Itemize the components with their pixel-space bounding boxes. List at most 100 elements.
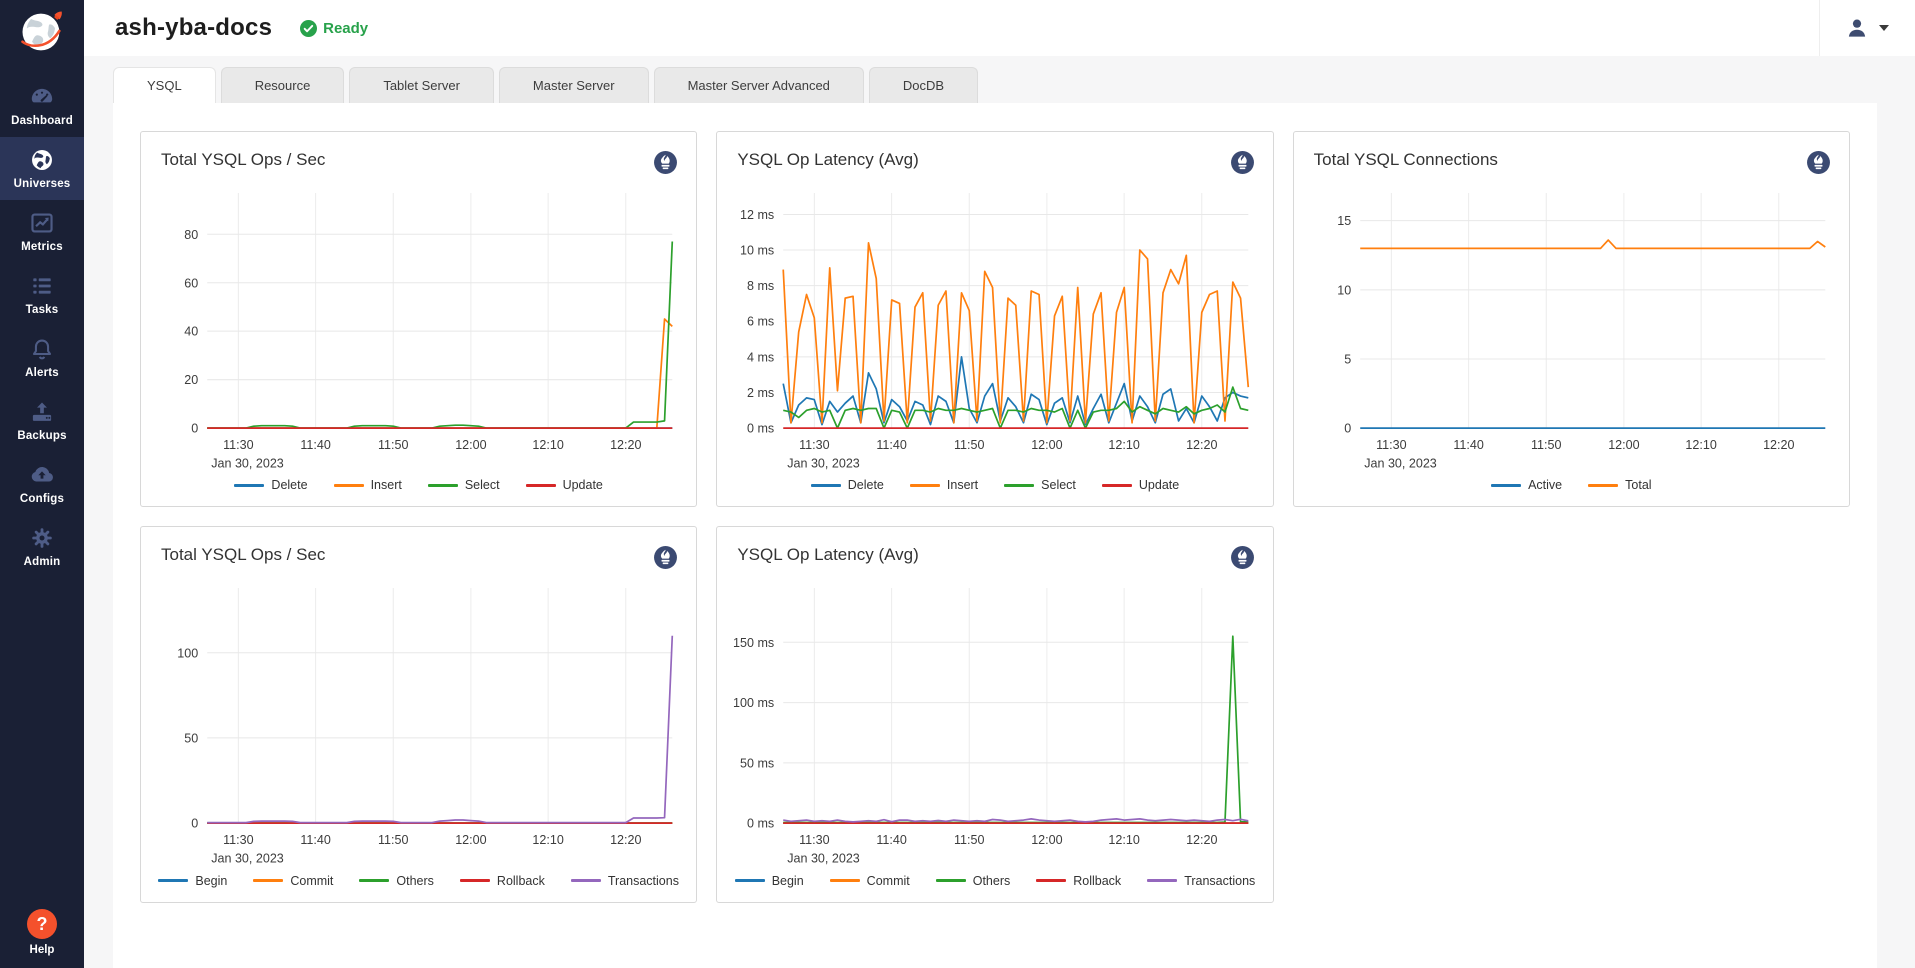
svg-text:10: 10 bbox=[1337, 283, 1351, 297]
sidebar-item-universes[interactable]: Universes bbox=[0, 137, 84, 200]
svg-text:8 ms: 8 ms bbox=[747, 279, 774, 293]
sidebar-item-backups[interactable]: Backups bbox=[0, 389, 84, 452]
tab-master-server-advanced[interactable]: Master Server Advanced bbox=[654, 67, 864, 103]
sidebar-item-configs[interactable]: Configs bbox=[0, 452, 84, 515]
svg-text:11:50: 11:50 bbox=[378, 438, 408, 452]
legend-item-rollback[interactable]: Rollback bbox=[460, 874, 545, 888]
user-profile-icon bbox=[1844, 15, 1870, 41]
legend-item-others[interactable]: Others bbox=[936, 874, 1011, 888]
svg-text:0 ms: 0 ms bbox=[747, 422, 774, 436]
sidebar-item-alerts[interactable]: Alerts bbox=[0, 326, 84, 389]
svg-text:Jan 30, 2023: Jan 30, 2023 bbox=[211, 852, 284, 866]
svg-text:40: 40 bbox=[184, 325, 198, 339]
tab-ysql[interactable]: YSQL bbox=[113, 67, 216, 103]
tab-tablet-server[interactable]: Tablet Server bbox=[349, 67, 494, 103]
tab-master-server[interactable]: Master Server bbox=[499, 67, 649, 103]
svg-text:11:30: 11:30 bbox=[223, 834, 253, 848]
sidebar-item-dashboard[interactable]: Dashboard bbox=[0, 74, 84, 137]
svg-text:12:00: 12:00 bbox=[1032, 834, 1063, 848]
chart-card: YSQL Op Latency (Avg) 11:3011:4011:5012:… bbox=[716, 131, 1273, 507]
legend-item-others[interactable]: Others bbox=[359, 874, 434, 888]
legend-label: Select bbox=[1041, 478, 1076, 492]
legend-item-insert[interactable]: Insert bbox=[334, 478, 402, 492]
legend-item-transactions[interactable]: Transactions bbox=[571, 874, 679, 888]
sidebar-item-label: Configs bbox=[20, 493, 64, 505]
legend-color-line bbox=[1036, 879, 1066, 882]
chart-title: Total YSQL Ops / Sec bbox=[161, 150, 325, 170]
prometheus-icon[interactable] bbox=[653, 545, 678, 570]
status-label: Ready bbox=[323, 20, 368, 37]
sidebar-item-label: Metrics bbox=[21, 241, 63, 253]
legend-item-update[interactable]: Update bbox=[1102, 478, 1179, 492]
yugabyte-logo-icon[interactable] bbox=[16, 6, 68, 58]
metrics-content: YSQLResourceTablet ServerMaster ServerMa… bbox=[84, 56, 1915, 968]
sidebar-item-help[interactable]: ? Help bbox=[27, 909, 57, 956]
chart-legend: Active Total bbox=[1308, 478, 1835, 496]
legend-item-update[interactable]: Update bbox=[526, 478, 603, 492]
svg-text:12:10: 12:10 bbox=[532, 834, 563, 848]
chart-legend: Begin Commit Others Rollback Transactions bbox=[731, 874, 1258, 892]
legend-item-commit[interactable]: Commit bbox=[830, 874, 910, 888]
svg-text:60: 60 bbox=[184, 276, 198, 290]
svg-text:11:30: 11:30 bbox=[799, 834, 829, 848]
universes-globe-icon bbox=[29, 147, 55, 173]
svg-text:6 ms: 6 ms bbox=[747, 315, 774, 329]
svg-text:100 ms: 100 ms bbox=[733, 696, 774, 710]
legend-item-insert[interactable]: Insert bbox=[910, 478, 978, 492]
svg-text:12:00: 12:00 bbox=[455, 438, 486, 452]
admin-gear-icon bbox=[29, 525, 55, 551]
legend-label: Others bbox=[973, 874, 1011, 888]
svg-text:100: 100 bbox=[177, 647, 198, 661]
svg-text:20: 20 bbox=[184, 373, 198, 387]
dashboard-gauge-icon bbox=[29, 84, 55, 110]
prometheus-icon[interactable] bbox=[1230, 545, 1255, 570]
legend-item-select[interactable]: Select bbox=[1004, 478, 1076, 492]
line-chart-plot: 11:3011:4011:5012:0012:1012:20Jan 30, 20… bbox=[155, 574, 682, 871]
chart-card-header: Total YSQL Ops / Sec bbox=[155, 144, 682, 179]
legend-color-line bbox=[811, 484, 841, 487]
sidebar-item-tasks[interactable]: Tasks bbox=[0, 263, 84, 326]
sidebar-item-admin[interactable]: Admin bbox=[0, 515, 84, 578]
user-menu[interactable] bbox=[1819, 0, 1915, 56]
svg-text:12:00: 12:00 bbox=[455, 834, 486, 848]
chart-legend: Delete Insert Select Update bbox=[155, 478, 682, 496]
legend-item-begin[interactable]: Begin bbox=[735, 874, 804, 888]
svg-text:4 ms: 4 ms bbox=[747, 350, 774, 364]
legend-item-delete[interactable]: Delete bbox=[811, 478, 884, 492]
legend-item-total[interactable]: Total bbox=[1588, 478, 1651, 492]
svg-text:11:50: 11:50 bbox=[1531, 438, 1561, 452]
svg-text:50: 50 bbox=[184, 732, 198, 746]
charts-grid: Total YSQL Ops / Sec 11:30 11:40 11:50 12:0… bbox=[140, 131, 1850, 903]
legend-color-line bbox=[735, 879, 765, 882]
backups-upload-icon bbox=[29, 399, 55, 425]
svg-text:0: 0 bbox=[1344, 422, 1351, 436]
legend-item-transactions[interactable]: Transactions bbox=[1147, 874, 1255, 888]
tab-resource[interactable]: Resource bbox=[221, 67, 345, 103]
sidebar-item-metrics[interactable]: Metrics bbox=[0, 200, 84, 263]
configs-cloud-icon bbox=[29, 462, 55, 488]
svg-text:Jan 30, 2023: Jan 30, 2023 bbox=[1364, 456, 1437, 470]
legend-item-begin[interactable]: Begin bbox=[158, 874, 227, 888]
legend-item-active[interactable]: Active bbox=[1491, 478, 1562, 492]
sidebar-item-label: Alerts bbox=[25, 367, 59, 379]
chart-card-header: Total YSQL Ops / Sec bbox=[155, 539, 682, 574]
prometheus-icon[interactable] bbox=[653, 150, 678, 175]
legend-item-select[interactable]: Select bbox=[428, 478, 500, 492]
svg-text:11:40: 11:40 bbox=[300, 834, 330, 848]
app-root: Dashboard Universes Metrics Tasks Alerts… bbox=[0, 0, 1915, 968]
legend-label: Insert bbox=[947, 478, 978, 492]
legend-item-delete[interactable]: Delete bbox=[234, 478, 307, 492]
prometheus-icon[interactable] bbox=[1230, 150, 1255, 175]
legend-item-commit[interactable]: Commit bbox=[253, 874, 333, 888]
legend-item-rollback[interactable]: Rollback bbox=[1036, 874, 1121, 888]
chart-card-header: YSQL Op Latency (Avg) bbox=[731, 539, 1258, 574]
svg-text:12:10: 12:10 bbox=[1685, 438, 1716, 452]
help-icon: ? bbox=[27, 909, 57, 939]
svg-text:11:50: 11:50 bbox=[378, 834, 408, 848]
prometheus-icon[interactable] bbox=[1806, 150, 1831, 175]
svg-text:5: 5 bbox=[1344, 353, 1351, 367]
legend-label: Select bbox=[465, 478, 500, 492]
tab-docdb[interactable]: DocDB bbox=[869, 67, 978, 103]
sidebar-item-label: Dashboard bbox=[11, 115, 73, 127]
legend-label: Begin bbox=[195, 874, 227, 888]
